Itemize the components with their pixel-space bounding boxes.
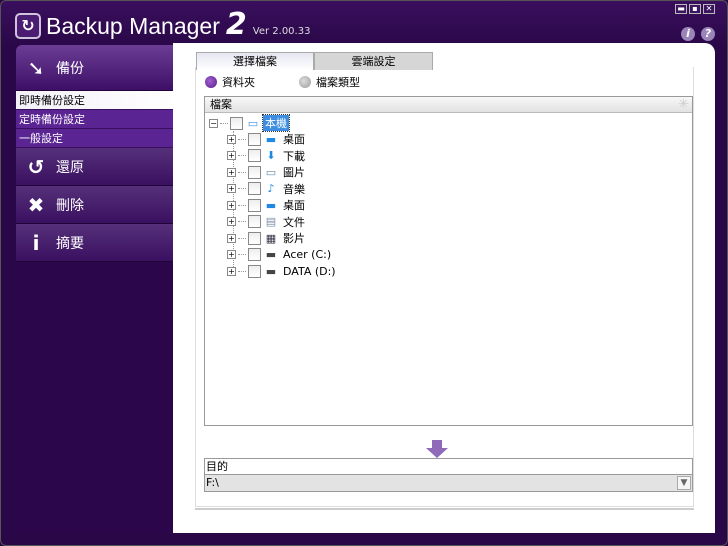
tree-item: + ▬ DATA (D:)	[227, 263, 338, 279]
tree-item-label[interactable]: 音樂	[281, 181, 307, 197]
nav-summary[interactable]: i 摘要	[16, 224, 173, 262]
expand-icon[interactable]: +	[227, 167, 236, 177]
app-title: Backup Manager	[46, 13, 220, 39]
tree-item: + ▬ 桌面	[227, 131, 307, 147]
tree-checkbox[interactable]	[248, 231, 261, 245]
tree-item-label[interactable]: DATA (D:)	[281, 265, 338, 278]
nav-restore[interactable]: ↺ 還原	[16, 148, 173, 186]
drive-icon: ▬	[265, 264, 277, 278]
nav-scheduled-backup-settings[interactable]: 定時備份設定	[16, 110, 173, 129]
info-button[interactable]: i	[681, 27, 695, 41]
app-version: Ver 2.00.33	[252, 26, 311, 37]
backup-logo-icon: ↻	[15, 13, 41, 39]
destination-box: 目的 F:\ ▼	[204, 458, 693, 492]
expand-icon[interactable]: +	[227, 184, 236, 193]
close-button[interactable]: ✕	[703, 4, 715, 14]
tree-item-label[interactable]: 下載	[281, 148, 307, 164]
delete-x-icon: ✖	[27, 192, 45, 217]
backup-disc-icon: ➘	[27, 55, 45, 80]
tree-header-label: 檔案	[210, 98, 232, 111]
expand-icon[interactable]: +	[227, 151, 236, 160]
divider	[195, 508, 694, 510]
expand-icon[interactable]: +	[227, 134, 236, 144]
tree-header: 檔案 ✳	[205, 97, 692, 113]
tree-checkbox[interactable]	[248, 215, 261, 228]
tree-item-label[interactable]: 影片	[281, 230, 307, 246]
tree-checkbox[interactable]	[248, 132, 261, 146]
tree-item-label[interactable]: 圖片	[281, 164, 307, 180]
content-panel: 選擇檔案 雲端設定 資料夾 檔案類型 檔案 ✳ − ▭ 本機 + ▬ 桌面 + ⬇ 下載 + ▭…	[173, 43, 715, 533]
sidebar: ➘ 備份 即時備份設定 定時備份設定 一般設定 ↺ 還原 ✖ 刪除 i 摘要	[16, 45, 173, 532]
restore-icon: ↺	[27, 154, 45, 179]
tree-item-label[interactable]: Acer (C:)	[281, 248, 333, 261]
radio-unchecked-icon	[299, 76, 311, 88]
tree-checkbox[interactable]	[248, 248, 261, 261]
minimize-button[interactable]: ▬	[675, 4, 687, 14]
tree-checkbox[interactable]	[248, 182, 261, 195]
nav-delete[interactable]: ✖ 刪除	[16, 186, 173, 224]
radio-file-type[interactable]: 檔案類型	[299, 74, 360, 90]
loading-spinner-icon: ✳	[678, 97, 689, 112]
nav-restore-label: 還原	[56, 159, 84, 176]
computer-icon: ▭	[247, 116, 259, 130]
desktop-icon: ▬	[265, 132, 277, 146]
radio-folder[interactable]: 資料夾	[205, 74, 255, 90]
nav-backup[interactable]: ➘ 備份	[16, 45, 173, 91]
expand-icon[interactable]: +	[227, 233, 236, 243]
drive-icon: ▬	[265, 248, 277, 261]
dropdown-arrow-icon[interactable]: ▼	[677, 476, 691, 490]
document-icon: ▤	[265, 215, 277, 228]
info-i-icon: i	[32, 230, 40, 255]
radio-file-type-label: 檔案類型	[316, 76, 360, 89]
video-icon: ▦	[265, 231, 277, 245]
nav-summary-label: 摘要	[56, 235, 84, 252]
tree-checkbox[interactable]	[248, 149, 261, 162]
maximize-button[interactable]: ▪	[689, 4, 701, 14]
tree-item-label[interactable]: 桌面	[281, 197, 307, 213]
title-bar: ↻ Backup Manager 2 Ver 2.00.33	[15, 7, 311, 42]
expand-icon[interactable]: +	[227, 200, 236, 210]
tab-select-files[interactable]: 選擇檔案	[196, 52, 314, 70]
radio-checked-icon	[205, 76, 217, 88]
destination-select[interactable]: F:\ ▼	[205, 475, 692, 491]
tree-item: + ▬ 桌面	[227, 197, 307, 213]
file-tree[interactable]: 檔案 ✳ − ▭ 本機 + ▬ 桌面 + ⬇ 下載 + ▭ 圖片 + ♪ 音樂 + ▬ 桌面 + ▤ 文件 + ▦ 影片 +…	[204, 96, 693, 426]
tree-checkbox[interactable]	[248, 198, 261, 212]
nav-general-settings[interactable]: 一般設定	[16, 129, 173, 148]
tree-item-label[interactable]: 文件	[281, 214, 307, 230]
desktop-icon: ▬	[265, 198, 277, 212]
nav-delete-label: 刪除	[56, 197, 84, 214]
expand-icon[interactable]: +	[227, 266, 236, 276]
picture-icon: ▭	[265, 165, 277, 179]
expand-icon[interactable]: +	[227, 250, 236, 259]
tree-item: + ⬇ 下載	[227, 148, 307, 164]
tree-item: + ▦ 影片	[227, 230, 307, 246]
tab-cloud-settings[interactable]: 雲端設定	[314, 52, 433, 70]
radio-folder-label: 資料夾	[222, 76, 255, 89]
tree-root-label[interactable]: 本機	[262, 114, 290, 132]
help-button[interactable]: ?	[701, 27, 715, 41]
tree-item: + ▤ 文件	[227, 214, 307, 230]
nav-realtime-backup-settings[interactable]: 即時備份設定	[16, 91, 173, 110]
tree-item: + ▭ 圖片	[227, 164, 307, 180]
tree-checkbox[interactable]	[248, 165, 261, 179]
music-icon: ♪	[267, 182, 275, 195]
app-window: ↻ Backup Manager 2 Ver 2.00.33 ▬ ▪ ✕ i ?…	[0, 0, 728, 546]
tree-checkbox[interactable]	[248, 264, 261, 278]
destination-label: 目的	[205, 459, 692, 475]
tree-item-label[interactable]: 桌面	[281, 131, 307, 147]
tree-checkbox[interactable]	[230, 116, 243, 130]
nav-backup-label: 備份	[56, 60, 84, 77]
tree-root: − ▭ 本機	[209, 114, 290, 132]
tree-item: + ▬ Acer (C:)	[227, 247, 333, 263]
expand-icon[interactable]: +	[227, 217, 236, 226]
destination-value: F:\	[206, 476, 219, 489]
collapse-icon[interactable]: −	[209, 118, 218, 128]
tree-item: + ♪ 音樂	[227, 181, 307, 197]
download-icon: ⬇	[266, 149, 276, 162]
app-version-number: 2	[225, 7, 247, 42]
